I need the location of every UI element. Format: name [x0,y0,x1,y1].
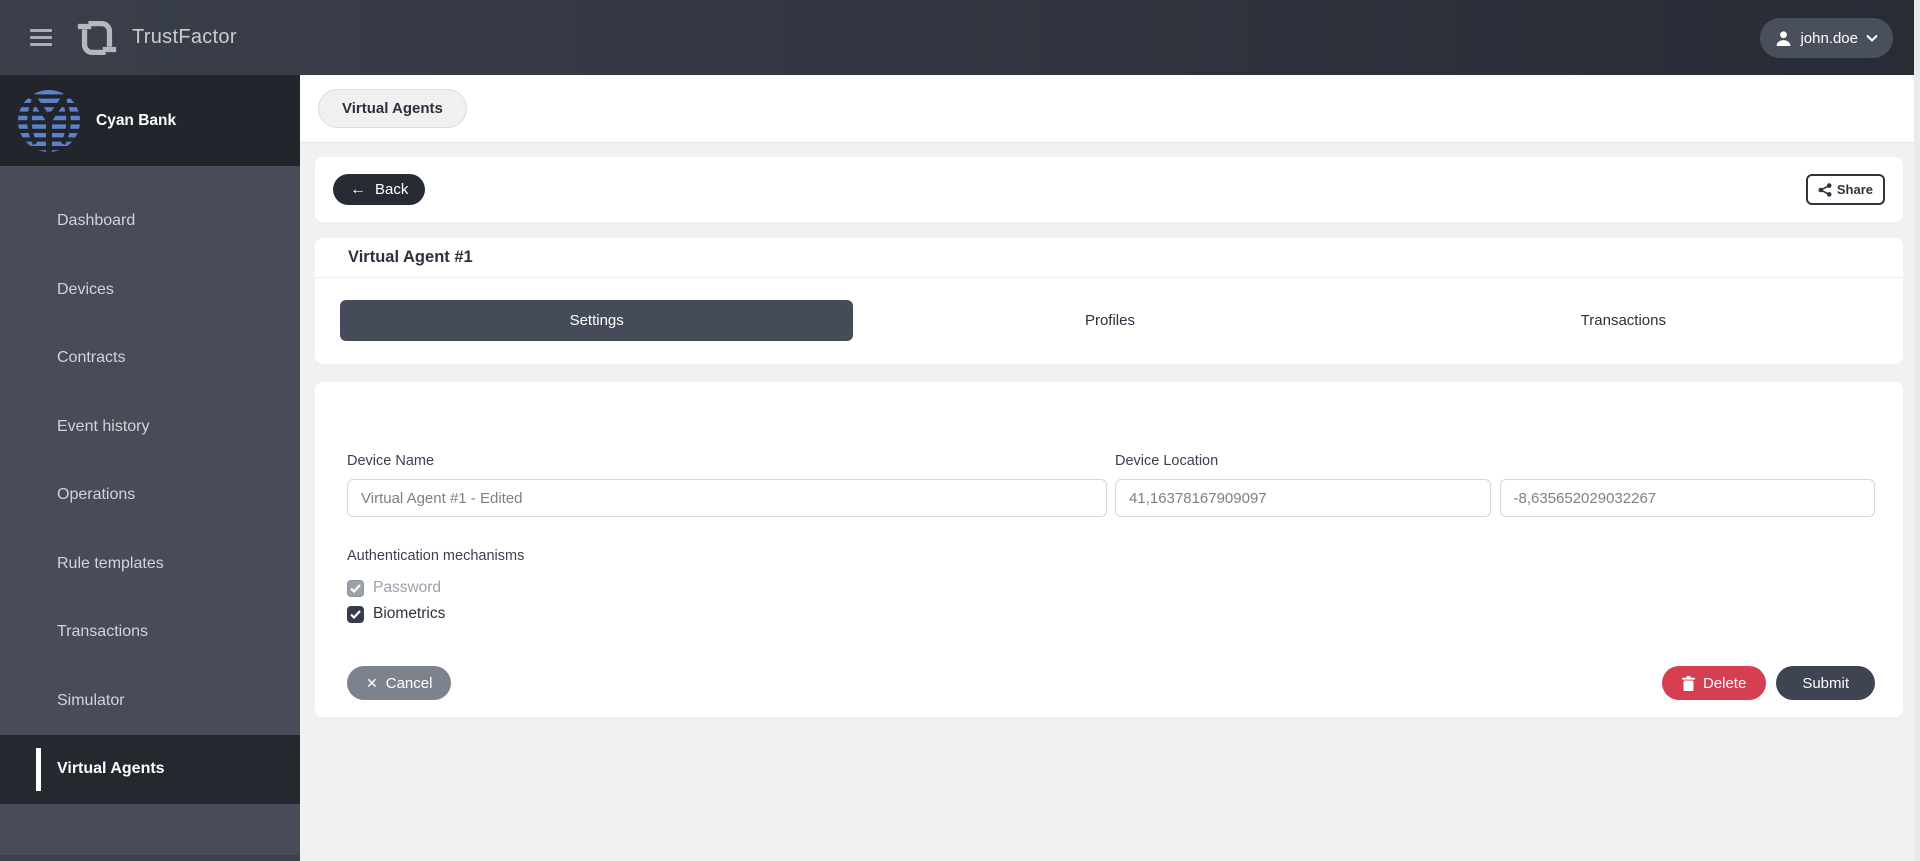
password-checkbox-row: Password [347,578,1875,598]
sidebar-item-transactions[interactable]: Transactions [0,598,300,667]
trustfactor-logo-icon [74,14,120,62]
share-icon [1818,182,1832,197]
bank-name: Cyan Bank [96,111,177,129]
sidebar-item-operations[interactable]: Operations [0,461,300,530]
page-scrollbar[interactable] [1914,0,1920,861]
back-button[interactable]: ← Back [333,174,426,205]
settings-form-card: Device Name Device Location Authenticati… [315,382,1903,717]
tab-profiles[interactable]: Profiles [853,300,1366,341]
latitude-input[interactable] [1115,479,1491,517]
sidebar-item-contracts[interactable]: Contracts [0,324,300,393]
page-header: Virtual Agents [300,75,1920,143]
active-item-indicator [36,748,41,791]
sidebar-item-rule-templates[interactable]: Rule templates [0,530,300,599]
submit-button-label: Submit [1802,674,1849,692]
sidebar-item-label: Event history [57,417,150,435]
cancel-button[interactable]: ✕ Cancel [347,666,452,700]
user-icon [1777,30,1791,46]
auth-mechanisms-label: Authentication mechanisms [347,548,525,564]
password-checkbox[interactable] [347,579,364,597]
tab-settings[interactable]: Settings [340,300,854,341]
sidebar-item-event-history[interactable]: Event history [0,393,300,462]
delete-button[interactable]: Delete [1661,666,1767,700]
share-button[interactable]: Share [1805,174,1885,205]
back-button-label: Back [375,181,409,198]
submit-button[interactable]: Submit [1776,666,1875,700]
sidebar-item-simulator[interactable]: Simulator [0,667,300,736]
tab-bar: Settings Profiles Transactions [315,278,1903,364]
brand-title: TrustFactor [132,26,237,48]
sidebar-item-devices[interactable]: Devices [0,256,300,325]
sidebar-item-label: Transactions [57,623,148,641]
user-menu[interactable]: john.doe [1760,18,1893,58]
check-icon [350,583,361,593]
sidebar: Cyan Bank Dashboard Devices Contracts Ev… [0,75,300,861]
sidebar-item-label: Contracts [57,349,126,367]
password-checkbox-label: Password [373,579,442,596]
device-location-label: Device Location [1115,453,1219,469]
sidebar-header: Cyan Bank [0,75,300,166]
top-navbar: TrustFactor john.doe [0,0,1920,75]
share-button-label: Share [1836,182,1873,197]
longitude-input[interactable] [1499,479,1875,517]
biometrics-checkbox[interactable] [347,605,364,623]
page-title: Virtual Agent #1 [348,248,473,266]
trash-icon [1681,675,1695,691]
tab-transactions[interactable]: Transactions [1367,300,1880,341]
hamburger-menu-icon[interactable] [30,25,52,50]
username-label: john.doe [1800,29,1858,47]
arrow-left-icon: ← [350,180,366,198]
device-name-group: Device Name [347,453,1107,517]
sidebar-item-label: Virtual Agents [57,760,165,778]
sidebar-item-label: Devices [57,280,114,298]
main-area: Virtual Agents ← Back Share Virtual Agen… [300,75,1920,861]
biometrics-checkbox-row: Biometrics [347,604,1875,624]
auth-mechanisms-section: Authentication mechanisms Password Biome… [347,548,1875,624]
sidebar-bottom-strip [0,855,300,861]
device-name-label: Device Name [347,453,435,469]
sidebar-item-label: Operations [57,486,136,504]
biometrics-checkbox-label: Biometrics [373,605,446,622]
content: ← Back Share Virtual Agent #1 Settings P [300,157,1920,717]
form-actions: ✕ Cancel Delete Submit [347,666,1875,700]
check-icon [350,609,361,619]
cyan-bank-logo-icon [18,89,80,152]
sidebar-item-label: Rule templates [57,554,164,572]
cancel-button-label: Cancel [385,674,433,692]
sidebar-item-label: Dashboard [57,212,136,230]
sidebar-menu: Dashboard Devices Contracts Event histor… [0,166,300,804]
agent-card-header: Virtual Agent #1 [315,238,1903,278]
device-name-input[interactable] [347,479,1107,517]
breadcrumb[interactable]: Virtual Agents [318,89,467,128]
sidebar-item-dashboard[interactable]: Dashboard [0,187,300,256]
agent-card: Virtual Agent #1 Settings Profiles Trans… [315,238,1903,364]
sidebar-item-label: Simulator [57,691,125,709]
close-icon: ✕ [366,674,378,691]
sidebar-item-virtual-agents[interactable]: Virtual Agents [0,735,300,804]
device-location-group: Device Location [1115,453,1875,517]
toolbar-card: ← Back Share [315,157,1903,222]
chevron-down-icon [1866,34,1878,42]
delete-button-label: Delete [1702,674,1747,692]
